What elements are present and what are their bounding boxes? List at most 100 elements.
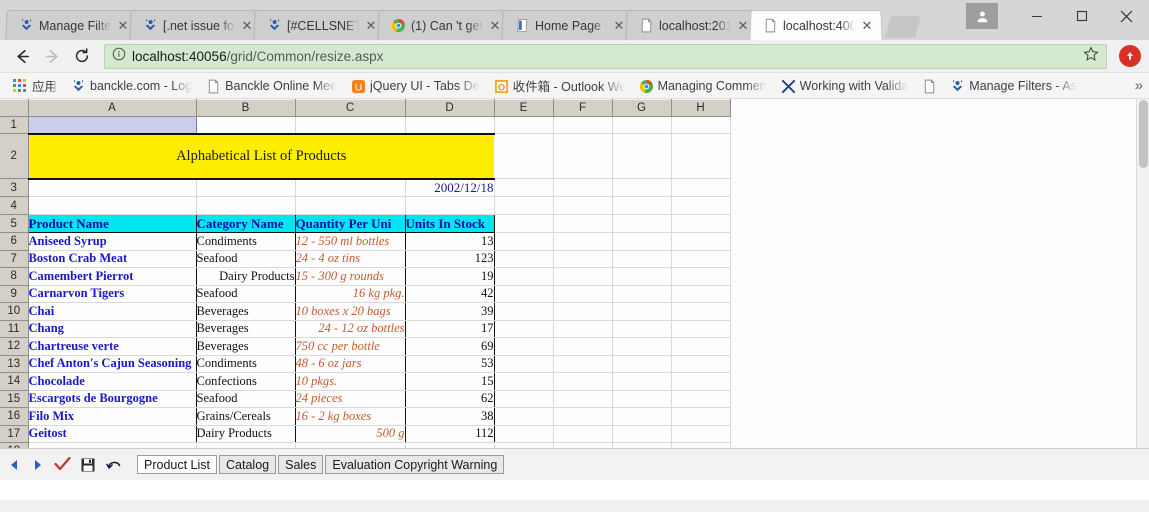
cell-product-name[interactable]: Boston Crab Meat [28, 250, 197, 268]
row-header-7[interactable]: 7 [0, 250, 29, 268]
bookmark-item-0[interactable]: banckle.com - Log [64, 75, 199, 97]
cell-quantity-per-unit[interactable]: 24 - 4 oz tins [295, 250, 406, 268]
cell-quantity-per-unit[interactable]: 750 cc per bottle [295, 337, 406, 356]
grid-cell-empty[interactable] [612, 133, 672, 179]
grid-cell-empty[interactable] [494, 116, 554, 134]
grid-cell-empty[interactable] [612, 337, 672, 356]
cell-units-in-stock[interactable]: 39 [405, 302, 495, 321]
row-header-12[interactable]: 12 [0, 337, 29, 356]
grid-cell-empty[interactable] [494, 285, 554, 303]
grid-cell-empty[interactable] [553, 116, 613, 134]
tab-close-icon[interactable]: ✕ [737, 18, 749, 33]
maximize-button[interactable] [1059, 1, 1104, 31]
grid-cell-empty[interactable] [553, 267, 613, 286]
grid-cell-empty[interactable] [612, 320, 672, 338]
row-header-5[interactable]: 5 [0, 214, 29, 233]
grid-cell-empty[interactable] [612, 214, 672, 233]
save-floppy-icon[interactable] [79, 456, 97, 474]
spreadsheet-grid[interactable]: A B C D E F G H 1 2 Alphabetical List of P… [0, 99, 1136, 448]
bookmark-item-6[interactable] [915, 75, 943, 97]
grid-cell-empty[interactable] [612, 178, 672, 197]
grid-cell-empty[interactable] [612, 355, 672, 373]
row-header-9[interactable]: 9 [0, 285, 29, 303]
cell-product-name[interactable]: Carnarvon Tigers [28, 285, 197, 303]
cell-units-in-stock[interactable]: 38 [405, 407, 495, 426]
cell-units-in-stock[interactable]: 123 [405, 250, 495, 268]
sheet-tab-3[interactable]: Evaluation Copyright Warning [325, 455, 505, 474]
grid-cell-empty[interactable] [671, 355, 731, 373]
browser-tab-5[interactable]: localhost:2018/ ✕ [625, 10, 759, 41]
grid-cell-empty[interactable] [553, 372, 613, 391]
grid-cell-empty[interactable] [671, 196, 731, 215]
grid-cell-empty[interactable] [553, 178, 613, 197]
grid-cell-empty[interactable] [494, 214, 554, 233]
table-header-3[interactable]: Units In Stock [404, 214, 495, 233]
row-header-13[interactable]: 13 [0, 355, 29, 373]
info-circle-icon[interactable] [112, 47, 126, 66]
row-header-14[interactable]: 14 [0, 372, 29, 391]
close-button[interactable] [1104, 1, 1149, 31]
grid-cell-empty[interactable] [671, 267, 731, 286]
cell-quantity-per-unit[interactable]: 24 pieces [295, 390, 406, 408]
grid-cell-empty[interactable] [494, 355, 554, 373]
grid-cell-empty[interactable] [671, 178, 731, 197]
cell-units-in-stock[interactable]: 62 [405, 390, 495, 408]
grid-cell-empty[interactable] [612, 407, 672, 426]
table-header-1[interactable]: Category Name [195, 214, 296, 233]
prev-arrow-icon[interactable] [6, 456, 22, 474]
sheet-tab-1[interactable]: Catalog [219, 455, 277, 474]
grid-cell-empty[interactable] [494, 302, 554, 321]
grid-cell-empty[interactable] [553, 390, 613, 408]
row-header-15[interactable]: 15 [0, 390, 29, 408]
cell-product-name[interactable]: Chang [28, 320, 197, 338]
cell-product-name[interactable]: Aniseed Syrup [28, 232, 197, 251]
cell-category-name[interactable]: Confections [196, 372, 296, 391]
grid-cell-empty[interactable] [553, 214, 613, 233]
column-header-G[interactable]: G [612, 99, 672, 117]
cell-quantity-per-unit[interactable]: 500 g [295, 425, 406, 443]
grid-cell-empty[interactable] [295, 178, 406, 197]
row-header-4[interactable]: 4 [0, 196, 29, 215]
grid-cell-empty[interactable] [612, 232, 672, 251]
bookmark-item-2[interactable]: UjQuery UI - Tabs De [344, 75, 487, 97]
grid-cell-empty[interactable] [553, 232, 613, 251]
bookmark-item-1[interactable]: Banckle Online Mee [199, 75, 344, 97]
cell-quantity-per-unit[interactable]: 12 - 550 ml bottles [295, 232, 406, 251]
sheet-tab-2[interactable]: Sales [278, 455, 324, 474]
grid-cell-empty[interactable] [494, 372, 554, 391]
grid-cell-empty[interactable] [28, 196, 197, 215]
cell-category-name[interactable]: Dairy Products [196, 425, 296, 443]
cell-product-name[interactable]: Filo Mix [28, 407, 197, 426]
checkmark-icon[interactable] [52, 456, 72, 474]
grid-cell-empty[interactable] [553, 302, 613, 321]
cell-quantity-per-unit[interactable]: 10 boxes x 20 bags [295, 302, 406, 321]
extension-icon[interactable] [1119, 45, 1141, 67]
bookmark-item-3[interactable]: O 收件箱 - Outlook We [487, 75, 632, 97]
grid-cell-empty[interactable] [671, 133, 731, 179]
cell-category-name[interactable]: Beverages [196, 320, 296, 338]
grid-cell-empty[interactable] [612, 285, 672, 303]
bookmark-apps[interactable]: 应用 [6, 75, 64, 97]
sheet-title-cell[interactable]: Alphabetical List of Products [28, 132, 494, 180]
grid-cell-empty[interactable] [553, 355, 613, 373]
grid-cell-empty[interactable] [612, 267, 672, 286]
cell-quantity-per-unit[interactable]: 16 kg pkg. [295, 285, 406, 303]
grid-cell-empty[interactable] [612, 425, 672, 443]
cell-category-name[interactable]: Dairy Products [196, 267, 296, 286]
cell-quantity-per-unit[interactable]: 48 - 6 oz jars [295, 355, 406, 373]
select-all-corner[interactable] [0, 99, 29, 117]
grid-cell-empty[interactable] [612, 302, 672, 321]
cell-units-in-stock[interactable]: 69 [405, 337, 495, 356]
browser-tab-2[interactable]: [#CELLSNET-45 ✕ [253, 10, 387, 41]
address-bar[interactable]: localhost:40056/grid/Common/resize.aspx [104, 43, 1107, 69]
browser-tab-0[interactable]: Manage Filters ✕ [5, 10, 139, 41]
cell-units-in-stock[interactable]: 19 [405, 267, 495, 286]
cell-category-name[interactable]: Beverages [196, 302, 296, 321]
grid-cell-empty[interactable] [553, 133, 613, 179]
cell-product-name[interactable]: Chocolade [28, 372, 197, 391]
vertical-scrollbar-thumb[interactable] [1139, 100, 1148, 168]
row-header-1[interactable]: 1 [0, 116, 29, 134]
grid-cell-empty[interactable] [405, 196, 495, 215]
grid-cell-empty[interactable] [494, 250, 554, 268]
cell-category-name[interactable]: Condiments [196, 232, 296, 251]
